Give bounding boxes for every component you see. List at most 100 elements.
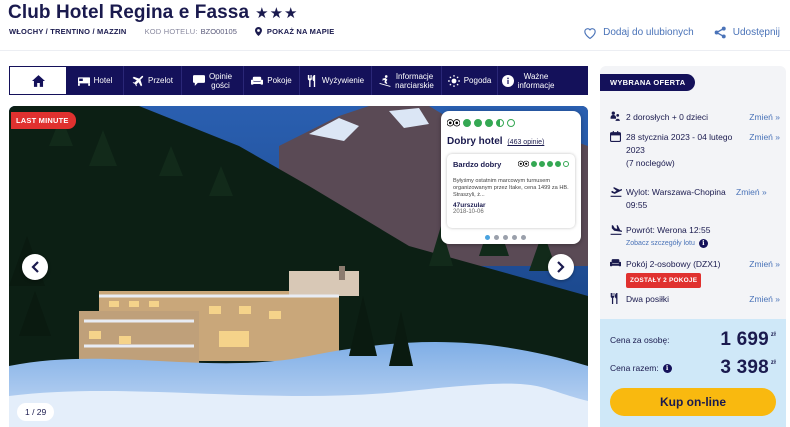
rating-bubble-full <box>463 118 471 127</box>
rating-bubble-full <box>555 160 561 167</box>
favorite-button[interactable]: Dodaj do ulubionych <box>583 26 694 39</box>
tab-rooms-label: Pokoje <box>267 76 292 85</box>
price-box: Cena za osobę: 1 699 zł Cena razem: i 3 3… <box>600 319 786 427</box>
review-item: Bardzo dobry Byłyśmy ostatnim marcowym t… <box>447 154 575 228</box>
hotel-nav-tabs: Hotel Przelot Opinie gości Pokoje Wyżywie… <box>9 66 588 95</box>
heart-icon <box>584 27 596 39</box>
home-icon <box>31 74 45 87</box>
rating-bubble-full <box>485 118 493 127</box>
price-total: 3 398 <box>720 357 769 378</box>
carousel-dot[interactable] <box>503 235 508 240</box>
offer-dates: 28 stycznia 2023 - 04 lutego 2023 <box>626 132 733 155</box>
offer-departure-row: Wylot: Warszawa-Chopina 09:55 Zmień <box>610 186 780 212</box>
change-dates-link[interactable]: Zmień <box>749 131 780 170</box>
chat-icon <box>192 75 205 86</box>
room-sofa-icon <box>610 259 621 267</box>
sun-icon <box>447 74 460 87</box>
price-total-label: Cena razem: <box>610 363 659 373</box>
tab-weather-label: Pogoda <box>463 76 492 85</box>
price-per-person-label: Cena za osobę: <box>610 335 670 345</box>
offer-room-row: Pokój 2-osobowy (DZX1) ZOSTAŁY 2 POKOJE … <box>610 258 780 288</box>
gallery-counter: 1 / 29 <box>17 403 55 421</box>
rating-bubble-full <box>474 118 482 127</box>
tab-reviews[interactable]: Opinie gości <box>182 66 244 95</box>
people-icon <box>610 111 620 121</box>
gallery-next-button[interactable] <box>548 254 574 280</box>
hotel-meta: WŁOCHY / TRENTINO / MAZZIN KOD HOTELU: B… <box>9 27 334 36</box>
change-guests-link[interactable]: Zmień <box>749 111 780 124</box>
meal-icon <box>610 293 618 304</box>
rating-bubble-full <box>539 160 545 167</box>
last-minute-badge: LAST MINUTE <box>11 112 76 129</box>
departure-plane-icon <box>610 187 623 197</box>
tab-flight[interactable]: Przelot <box>124 66 182 95</box>
offer-room-block: Pokój 2-osobowy (DZX1) ZOSTAŁY 2 POKOJE <box>626 258 749 288</box>
currency: zł <box>770 360 776 366</box>
review-count-link[interactable]: (463 opinie) <box>507 139 544 146</box>
offer-return: Powrót: Werona 12:55 <box>626 225 711 235</box>
tab-rooms[interactable]: Pokoje <box>244 66 300 95</box>
tab-ski-info[interactable]: Informacje narciarskie <box>372 66 442 95</box>
tab-home[interactable] <box>9 66 67 95</box>
price-info-icon[interactable]: i <box>662 363 672 373</box>
tripadvisor-owl-icon <box>447 119 460 127</box>
offer-dates-row: 28 stycznia 2023 - 04 lutego 2023 (7 noc… <box>610 131 780 170</box>
share-icon <box>714 26 726 39</box>
flight-info-icon[interactable]: i <box>698 239 708 248</box>
carousel-dot[interactable] <box>521 235 526 240</box>
change-flight-link[interactable]: Zmień <box>736 186 767 212</box>
price-total-label-wrap: Cena razem: i <box>610 363 672 373</box>
share-button[interactable]: Udostępnij <box>714 26 780 39</box>
gallery-prev-button[interactable] <box>22 254 48 280</box>
review-item-date: 2018-10-06 <box>453 209 484 215</box>
carousel-dot[interactable] <box>512 235 517 240</box>
show-map-link[interactable]: POKAŻ NA MAPIE <box>254 27 335 36</box>
tripadvisor-owl-icon <box>518 160 529 167</box>
currency: zł <box>770 332 776 338</box>
tab-important-info[interactable]: Ważne informacje <box>498 66 558 95</box>
plane-icon <box>132 75 144 86</box>
tab-ski-info-label: Informacje narciarskie <box>395 71 434 90</box>
offer-return-block: Powrót: Werona 12:55 Zobacz szczegóły lo… <box>626 224 780 250</box>
price-per-person-value: 1 699 zł <box>720 329 776 351</box>
header-divider <box>0 50 790 51</box>
tab-weather[interactable]: Pogoda <box>442 66 498 95</box>
photo-gallery[interactable]: LAST MINUTE Dobry hotel (463 opinie) Bar… <box>9 106 588 427</box>
calendar-icon <box>610 131 621 142</box>
rating-bubble-half <box>496 118 504 127</box>
tab-board[interactable]: Wyżywienie <box>300 66 372 95</box>
tab-hotel[interactable]: Hotel <box>67 66 124 95</box>
rating-bubble-full <box>547 160 553 167</box>
review-overall-label: Dobry hotel <box>447 136 503 147</box>
favorite-label: Dodaj do ulubionych <box>603 27 694 38</box>
offer-room: Pokój 2-osobowy (DZX1) <box>626 259 721 269</box>
chevron-left-icon <box>31 261 39 273</box>
tab-hotel-label: Hotel <box>93 76 113 85</box>
change-board-link[interactable]: Zmień <box>749 293 780 306</box>
location-breadcrumb[interactable]: WŁOCHY / TRENTINO / MAZZIN <box>9 27 127 36</box>
skier-icon <box>379 74 391 87</box>
offer-panel: WYBRANA OFERTA 2 dorosłych + 0 dzieci Zm… <box>600 66 786 427</box>
carousel-dot-active[interactable] <box>485 235 490 240</box>
tab-board-label: Wyżywienie <box>321 76 365 85</box>
flight-details-link[interactable]: Zobacz szczegóły lotu i <box>626 237 780 250</box>
offer-board: Dwa posiłki <box>626 294 669 304</box>
buy-online-button[interactable]: Kup on-line <box>610 388 776 416</box>
tripadvisor-rating <box>447 118 515 127</box>
arrival-plane-icon <box>610 225 623 235</box>
rating-bubble-empty <box>563 160 569 167</box>
tab-important-info-label: Ważne informacje <box>517 71 555 90</box>
offer-departure: Wylot: Warszawa-Chopina 09:55 <box>626 187 726 210</box>
bed-icon <box>77 76 90 86</box>
carousel-dot[interactable] <box>494 235 499 240</box>
flight-details-label: Zobacz szczegóły lotu <box>626 240 695 247</box>
price-per-person: 1 699 <box>720 329 769 350</box>
change-room-link[interactable]: Zmień <box>749 258 780 288</box>
offer-dates-block: 28 stycznia 2023 - 04 lutego 2023 (7 noc… <box>626 131 749 170</box>
tripadvisor-card[interactable]: Dobry hotel (463 opinie) Bardzo dobry By… <box>441 111 581 244</box>
offer-guests: 2 dorosłych + 0 dzieci <box>626 112 708 122</box>
fork-knife-icon <box>307 74 316 87</box>
price-total-row: Cena razem: i 3 398 zł <box>610 357 776 379</box>
review-carousel-dots <box>485 235 526 240</box>
sofa-icon <box>251 76 264 85</box>
